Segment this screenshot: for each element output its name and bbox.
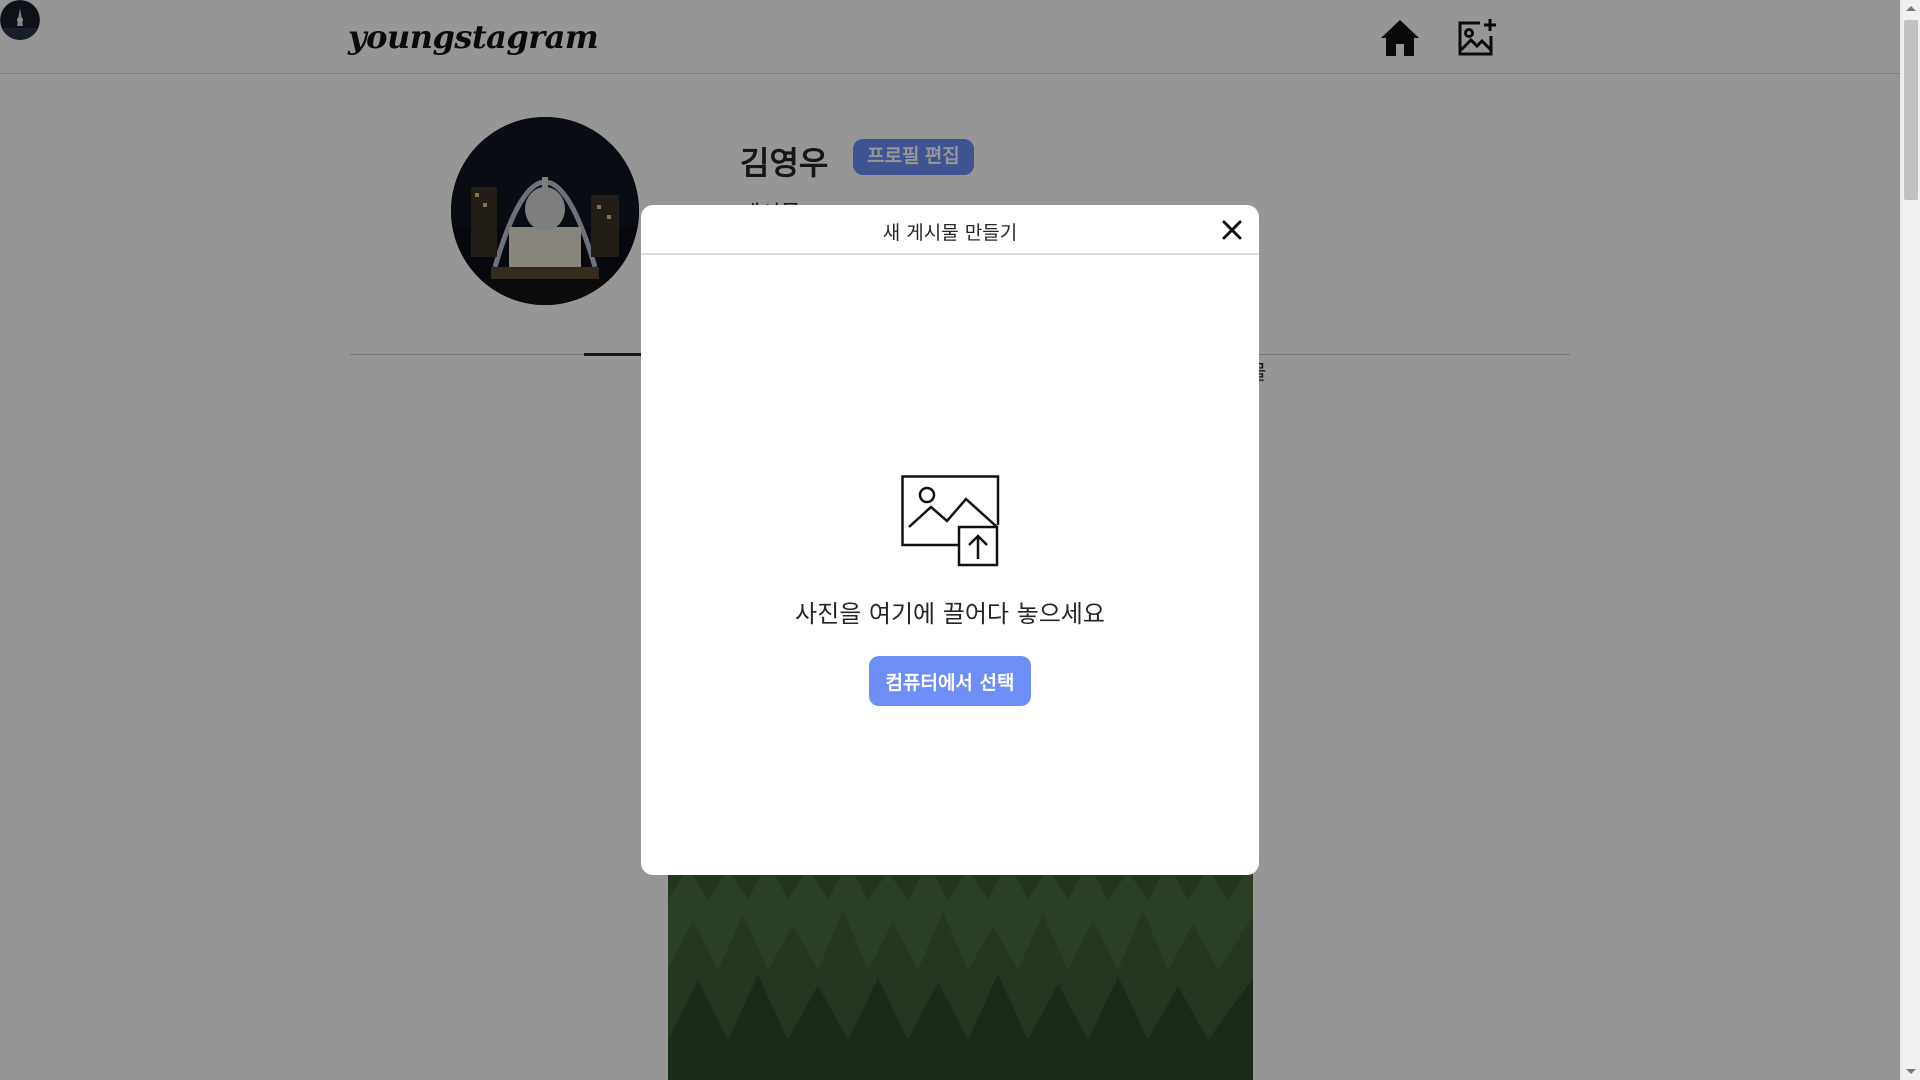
select-from-computer-button[interactable]: 컴퓨터에서 선택 xyxy=(869,656,1031,706)
modal-header: 새 게시물 만들기 xyxy=(641,205,1259,255)
scroll-down-arrow-icon[interactable] xyxy=(1901,1062,1920,1080)
image-upload-icon xyxy=(901,475,1001,567)
scroll-up-arrow-icon[interactable] xyxy=(1901,0,1920,18)
scroll-thumb[interactable] xyxy=(1904,20,1918,200)
modal-title: 새 게시물 만들기 xyxy=(882,222,1018,244)
page-scrollbar[interactable] xyxy=(1900,0,1920,1080)
close-icon xyxy=(1217,220,1247,248)
drop-instructions: 사진을 여기에 끌어다 놓으세요 xyxy=(795,600,1105,628)
close-button[interactable] xyxy=(1217,215,1247,245)
create-post-modal: 새 게시물 만들기 사진을 여기에 끌어다 놓으세요 컴퓨터에서 선택 xyxy=(641,205,1259,875)
